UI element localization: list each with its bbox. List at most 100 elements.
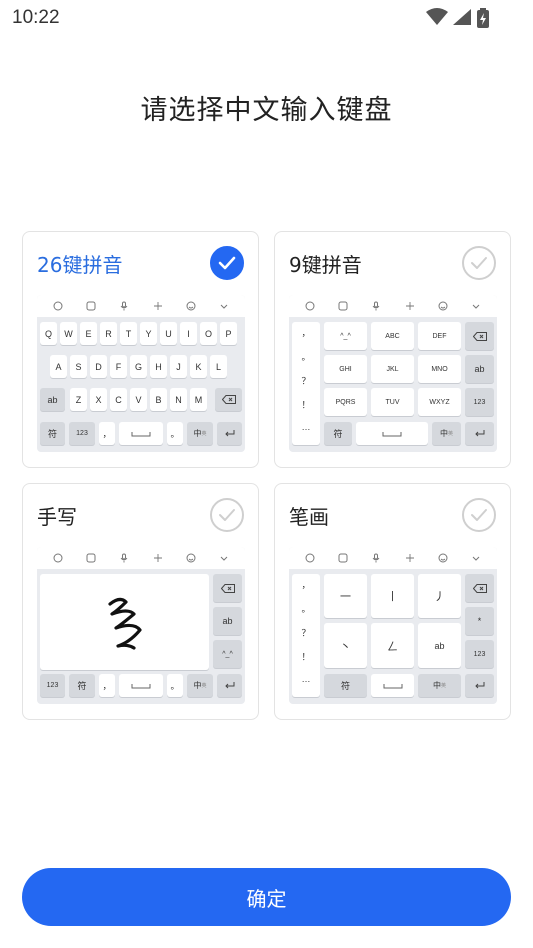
key: I (180, 322, 197, 345)
lang-zh: 中 (193, 429, 202, 438)
key-ab: ab (40, 388, 65, 411)
punct: 。 (301, 352, 311, 362)
option-label: 笔画 (289, 505, 329, 529)
backspace-icon (220, 583, 235, 593)
keyboard-option-26key-pinyin[interactable]: 26键拼音 Q W E R T Y U I O P A S D F G H J … (22, 231, 259, 468)
enter-icon (225, 430, 235, 437)
key-lang-switch: 中英 (187, 422, 213, 445)
key: P (220, 322, 237, 345)
microphone-icon (120, 301, 128, 311)
space-icon (131, 431, 151, 436)
key: V (130, 388, 147, 411)
keyboard-option-9key-pinyin[interactable]: 9键拼音 ， 。 ？ ！ … ^_^ ABC DEF GHI JKL MNO P… (274, 231, 511, 468)
keyboard-toolbar (289, 295, 497, 317)
key-emoticon: ^_^ (213, 640, 242, 668)
key: JKL (371, 355, 414, 383)
keyboard-toolbar (37, 547, 245, 569)
key-numbers: 123 (40, 674, 65, 697)
key-lang-switch: 中英 (418, 674, 461, 697)
punct: ， (301, 580, 311, 590)
space-icon (382, 431, 402, 436)
key: L (210, 355, 227, 378)
key: T (120, 322, 137, 345)
smiley-icon (186, 553, 196, 563)
key-ab: ab (418, 623, 461, 668)
radio-checked[interactable] (210, 246, 244, 280)
key-enter (465, 674, 494, 697)
key-comma: ， (99, 674, 115, 697)
key-symbols: 符 (69, 674, 95, 697)
key: Y (140, 322, 157, 345)
backspace-icon (472, 583, 487, 593)
emoji-icon (86, 553, 96, 563)
key-stroke-pie: 丿 (418, 574, 461, 618)
key: G (130, 355, 147, 378)
punct: ！ (301, 400, 311, 410)
key-numbers: 123 (69, 422, 95, 445)
key-symbols: 符 (324, 422, 352, 445)
key: A (50, 355, 67, 378)
key: Q (40, 322, 57, 345)
punct: ？ (301, 376, 311, 386)
backspace-icon (472, 331, 487, 341)
keyboard-preview-9key: ， 。 ？ ！ … ^_^ ABC DEF GHI JKL MNO PQRS T… (289, 295, 497, 452)
key: N (170, 388, 187, 411)
key-lang-switch: 中英 (187, 674, 213, 697)
key-stroke-zhe: ㄥ (371, 623, 414, 668)
key: F (110, 355, 127, 378)
keyboard-toolbar (37, 295, 245, 317)
emoji-icon (338, 553, 348, 563)
keyboard-option-handwriting[interactable]: 手写 ab ^_^ 123 符 ， 。 中英 (22, 483, 259, 720)
punct: ？ (301, 628, 311, 638)
emoji-icon (338, 301, 348, 311)
keyboard-preview-qwerty: Q W E R T Y U I O P A S D F G H J K L ab… (37, 295, 245, 452)
key: ABC (371, 322, 414, 350)
key: GHI (324, 355, 367, 383)
enter-icon (225, 682, 235, 689)
radio-unchecked[interactable] (462, 498, 496, 532)
smiley-icon (438, 553, 448, 563)
lang-zh: 中 (439, 429, 448, 438)
key: WXYZ (418, 388, 461, 416)
chevron-down-icon (220, 304, 228, 309)
key-period: 。 (167, 674, 183, 697)
baidu-logo-icon (53, 553, 63, 563)
radio-unchecked[interactable] (210, 498, 244, 532)
keyboard-preview-handwriting: ab ^_^ 123 符 ， 。 中英 (37, 547, 245, 704)
check-icon (471, 509, 487, 521)
key-space (119, 674, 163, 697)
keyboard-option-stroke[interactable]: 笔画 ， 。 ？ ！ … 一 丨 丿 丶 ㄥ ab * 123 符 中 英 (274, 483, 511, 720)
punct: … (301, 674, 311, 684)
lang-en: 英 (201, 431, 207, 437)
key-stroke-heng: 一 (324, 574, 367, 618)
key-space (371, 674, 414, 697)
baidu-logo-icon (305, 553, 315, 563)
lang-en: 英 (440, 683, 446, 689)
key: R (100, 322, 117, 345)
punct: ！ (301, 652, 311, 662)
baidu-logo-icon (305, 301, 315, 311)
key: TUV (371, 388, 414, 416)
key-numbers: 123 (465, 388, 494, 416)
key-symbols: 符 (324, 674, 367, 697)
confirm-button[interactable]: 确定 (22, 868, 511, 926)
lang-en: 英 (447, 431, 453, 437)
punct: ， (301, 328, 311, 338)
radio-unchecked[interactable] (462, 246, 496, 280)
key: J (170, 355, 187, 378)
punctuation-column: ， 。 ？ ！ … (292, 322, 320, 445)
keyboard-preview-stroke: ， 。 ？ ！ … 一 丨 丿 丶 ㄥ ab * 123 符 中英 (289, 547, 497, 704)
key: O (200, 322, 217, 345)
status-bar: 10:22 (0, 0, 533, 36)
punct: … (301, 422, 311, 432)
status-icons (426, 8, 490, 28)
microphone-icon (120, 553, 128, 563)
battery-icon (477, 8, 489, 28)
key: ^_^ (324, 322, 367, 350)
punct: 。 (301, 604, 311, 614)
key-lang-switch: 中英 (432, 422, 461, 445)
space-icon (131, 683, 151, 688)
signal-icon (453, 9, 471, 25)
chevron-down-icon (472, 556, 480, 561)
microphone-icon (372, 301, 380, 311)
